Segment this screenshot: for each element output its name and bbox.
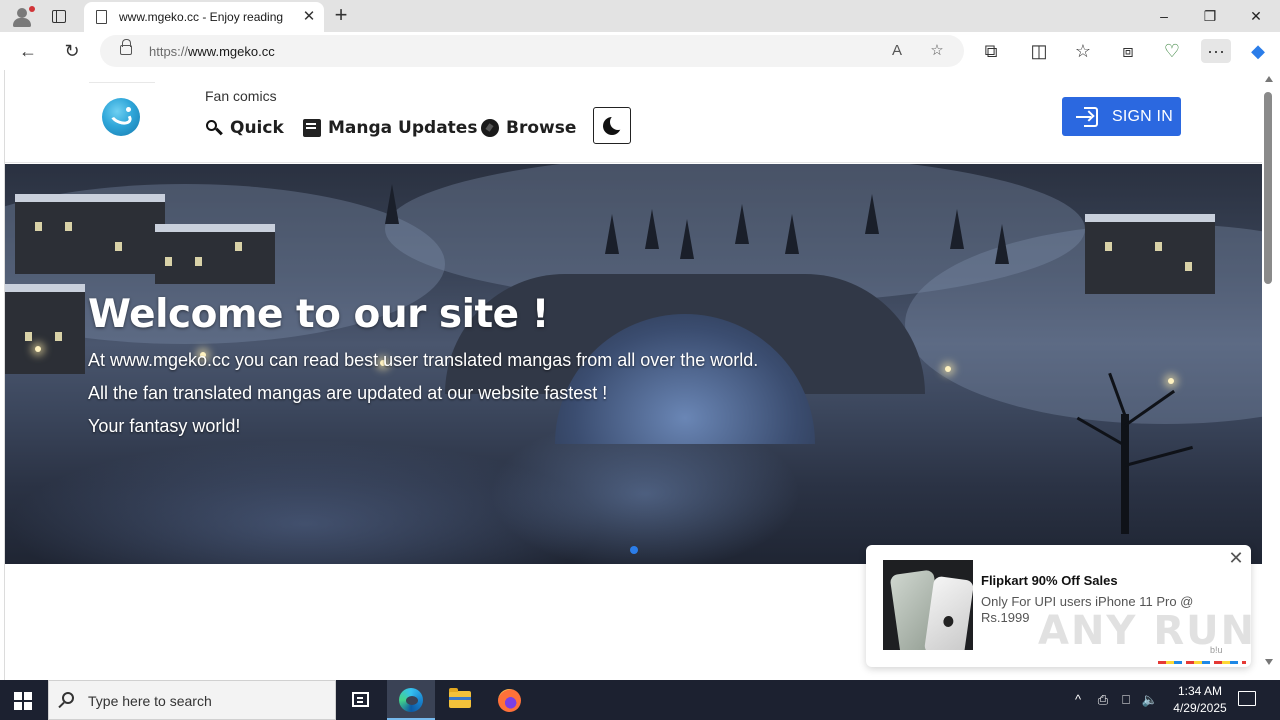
new-tab-button[interactable]: + bbox=[330, 4, 352, 28]
theme-toggle-button[interactable] bbox=[593, 107, 631, 144]
pine-tree bbox=[865, 194, 879, 234]
firefox-icon bbox=[498, 689, 521, 712]
hero-banner: Welcome to our site ! At www.mgeko.cc yo… bbox=[5, 164, 1262, 564]
pine-tree bbox=[950, 209, 964, 249]
site-tagline: Fan comics bbox=[205, 88, 277, 104]
read-aloud-icon[interactable]: A bbox=[887, 41, 907, 61]
pine-tree bbox=[645, 209, 659, 249]
apple-logo-icon bbox=[942, 615, 955, 628]
pine-tree bbox=[735, 204, 749, 244]
sign-in-icon bbox=[1076, 106, 1100, 127]
volume-icon[interactable]: 🔈 bbox=[1140, 690, 1160, 710]
clock-date: 4/29/2025 bbox=[1173, 701, 1227, 715]
windows-start-icon[interactable] bbox=[14, 692, 32, 710]
edge-icon bbox=[399, 688, 423, 712]
nav-quick[interactable]: Quick bbox=[205, 117, 284, 139]
profile-avatar-icon[interactable] bbox=[10, 5, 35, 27]
refresh-button[interactable]: ↻ bbox=[59, 39, 85, 63]
browser-tab-active[interactable]: www.mgeko.cc - Enjoy reading ✕ bbox=[84, 2, 324, 32]
snowy-house bbox=[15, 194, 165, 274]
snowy-house bbox=[155, 224, 275, 284]
pine-tree bbox=[605, 214, 619, 254]
browser-tab-strip: www.mgeko.cc - Enjoy reading ✕ + – ❐ ✕ bbox=[0, 0, 1280, 32]
task-view-button[interactable] bbox=[336, 680, 384, 720]
nav-browse-label: Browse bbox=[506, 118, 577, 138]
address-bar[interactable]: https://www.mgeko.cc A ☆ bbox=[100, 35, 964, 67]
back-button[interactable]: ← bbox=[15, 39, 41, 63]
book-icon bbox=[303, 119, 321, 137]
tray-device-icon[interactable]: ⎙ bbox=[1094, 690, 1112, 710]
ad-title[interactable]: Flipkart 90% Off Sales bbox=[981, 573, 1118, 588]
street-lamp bbox=[35, 346, 41, 352]
snowy-house bbox=[1085, 214, 1215, 294]
ad-close-icon[interactable]: ✕ bbox=[1228, 549, 1244, 567]
carousel-dot-active[interactable] bbox=[630, 546, 638, 554]
hero-title: Welcome to our site ! bbox=[88, 292, 549, 337]
extensions-icon[interactable]: ⧉ bbox=[978, 39, 1004, 63]
favorites-icon[interactable]: ☆ bbox=[1070, 39, 1096, 63]
tab-actions-icon[interactable] bbox=[50, 7, 70, 25]
taskbar-search-placeholder: Type here to search bbox=[88, 693, 212, 709]
folder-icon bbox=[449, 688, 471, 708]
url-scheme: https:// bbox=[149, 44, 189, 59]
pine-tree bbox=[385, 184, 399, 224]
lock-icon[interactable] bbox=[120, 39, 132, 55]
settings-more-icon[interactable]: ··· bbox=[1201, 39, 1231, 63]
split-screen-icon[interactable]: ◫ bbox=[1026, 39, 1052, 63]
anyrun-watermark: ANY RUN bbox=[1038, 608, 1257, 654]
nav-quick-label: Quick bbox=[230, 118, 284, 138]
nav-manga-updates[interactable]: Manga Updates bbox=[303, 117, 477, 139]
hero-line-2: All the fan translated mangas are update… bbox=[88, 383, 608, 403]
nav-browse[interactable]: Browse bbox=[481, 117, 576, 139]
browser-toolbar: ← ↻ https://www.mgeko.cc A ☆ ⧉ ◫ ☆ ⧈ ♡ ·… bbox=[0, 32, 1280, 70]
clock-time: 1:34 AM bbox=[1177, 684, 1223, 698]
taskbar-file-explorer[interactable] bbox=[436, 680, 484, 720]
bare-tree bbox=[1065, 354, 1194, 534]
taskbar-firefox[interactable] bbox=[485, 680, 533, 720]
header-divider bbox=[89, 82, 155, 83]
restore-button[interactable]: ❐ bbox=[1187, 4, 1233, 28]
page-icon bbox=[96, 10, 107, 24]
sign-in-label: SIGN IN bbox=[1112, 107, 1173, 125]
ad-phone-image[interactable] bbox=[883, 560, 973, 650]
minimize-button[interactable]: – bbox=[1141, 4, 1187, 28]
tray-chevron-icon[interactable]: ^ bbox=[1069, 690, 1087, 710]
copilot-icon[interactable]: ◆ bbox=[1245, 39, 1271, 63]
url-host: www.mgeko.cc bbox=[188, 44, 275, 59]
tab-title: www.mgeko.cc - Enjoy reading bbox=[119, 10, 284, 24]
windows-taskbar: Type here to search ^ ⎙ ⎕ 🔈 1:34 AM 4/29… bbox=[0, 680, 1280, 720]
moon-icon bbox=[603, 114, 626, 135]
scroll-down-arrow-icon[interactable] bbox=[1265, 659, 1273, 665]
search-icon bbox=[205, 119, 223, 137]
tab-close-icon[interactable]: ✕ bbox=[300, 8, 318, 26]
taskbar-edge[interactable] bbox=[387, 680, 435, 720]
site-header: Fan comics Quick Manga Updates Browse SI… bbox=[5, 70, 1262, 163]
scroll-up-arrow-icon[interactable] bbox=[1265, 76, 1273, 82]
hero-line-1: At www.mgeko.cc you can read best user t… bbox=[88, 350, 759, 370]
hero-line-3: Your fantasy world! bbox=[88, 416, 241, 436]
network-icon[interactable]: ⎕ bbox=[1117, 690, 1135, 710]
task-view-icon bbox=[352, 692, 369, 707]
pine-tree bbox=[995, 224, 1009, 264]
close-window-button[interactable]: ✕ bbox=[1233, 4, 1279, 28]
watermark-color-bar bbox=[1158, 661, 1246, 664]
collections-icon[interactable]: ⧈ bbox=[1115, 39, 1141, 63]
taskbar-clock[interactable]: 1:34 AM 4/29/2025 bbox=[1160, 683, 1240, 717]
pine-tree bbox=[785, 214, 799, 254]
notifications-icon[interactable] bbox=[1238, 691, 1256, 706]
sign-in-button[interactable]: SIGN IN bbox=[1062, 97, 1181, 136]
search-icon bbox=[62, 692, 74, 704]
taskbar-search-box[interactable]: Type here to search bbox=[48, 680, 336, 720]
site-logo[interactable] bbox=[102, 98, 140, 136]
street-lamp bbox=[945, 366, 951, 372]
snowy-house bbox=[5, 284, 85, 374]
pine-tree bbox=[680, 219, 694, 259]
url-text[interactable]: https://www.mgeko.cc bbox=[149, 44, 275, 59]
page-scrollbar[interactable] bbox=[1262, 70, 1276, 680]
browser-essentials-icon[interactable]: ♡ bbox=[1159, 39, 1185, 63]
add-favorite-icon[interactable]: ☆ bbox=[927, 41, 947, 61]
compass-icon bbox=[481, 119, 499, 137]
nav-manga-updates-label: Manga Updates bbox=[328, 118, 478, 138]
scrollbar-thumb[interactable] bbox=[1264, 92, 1272, 284]
